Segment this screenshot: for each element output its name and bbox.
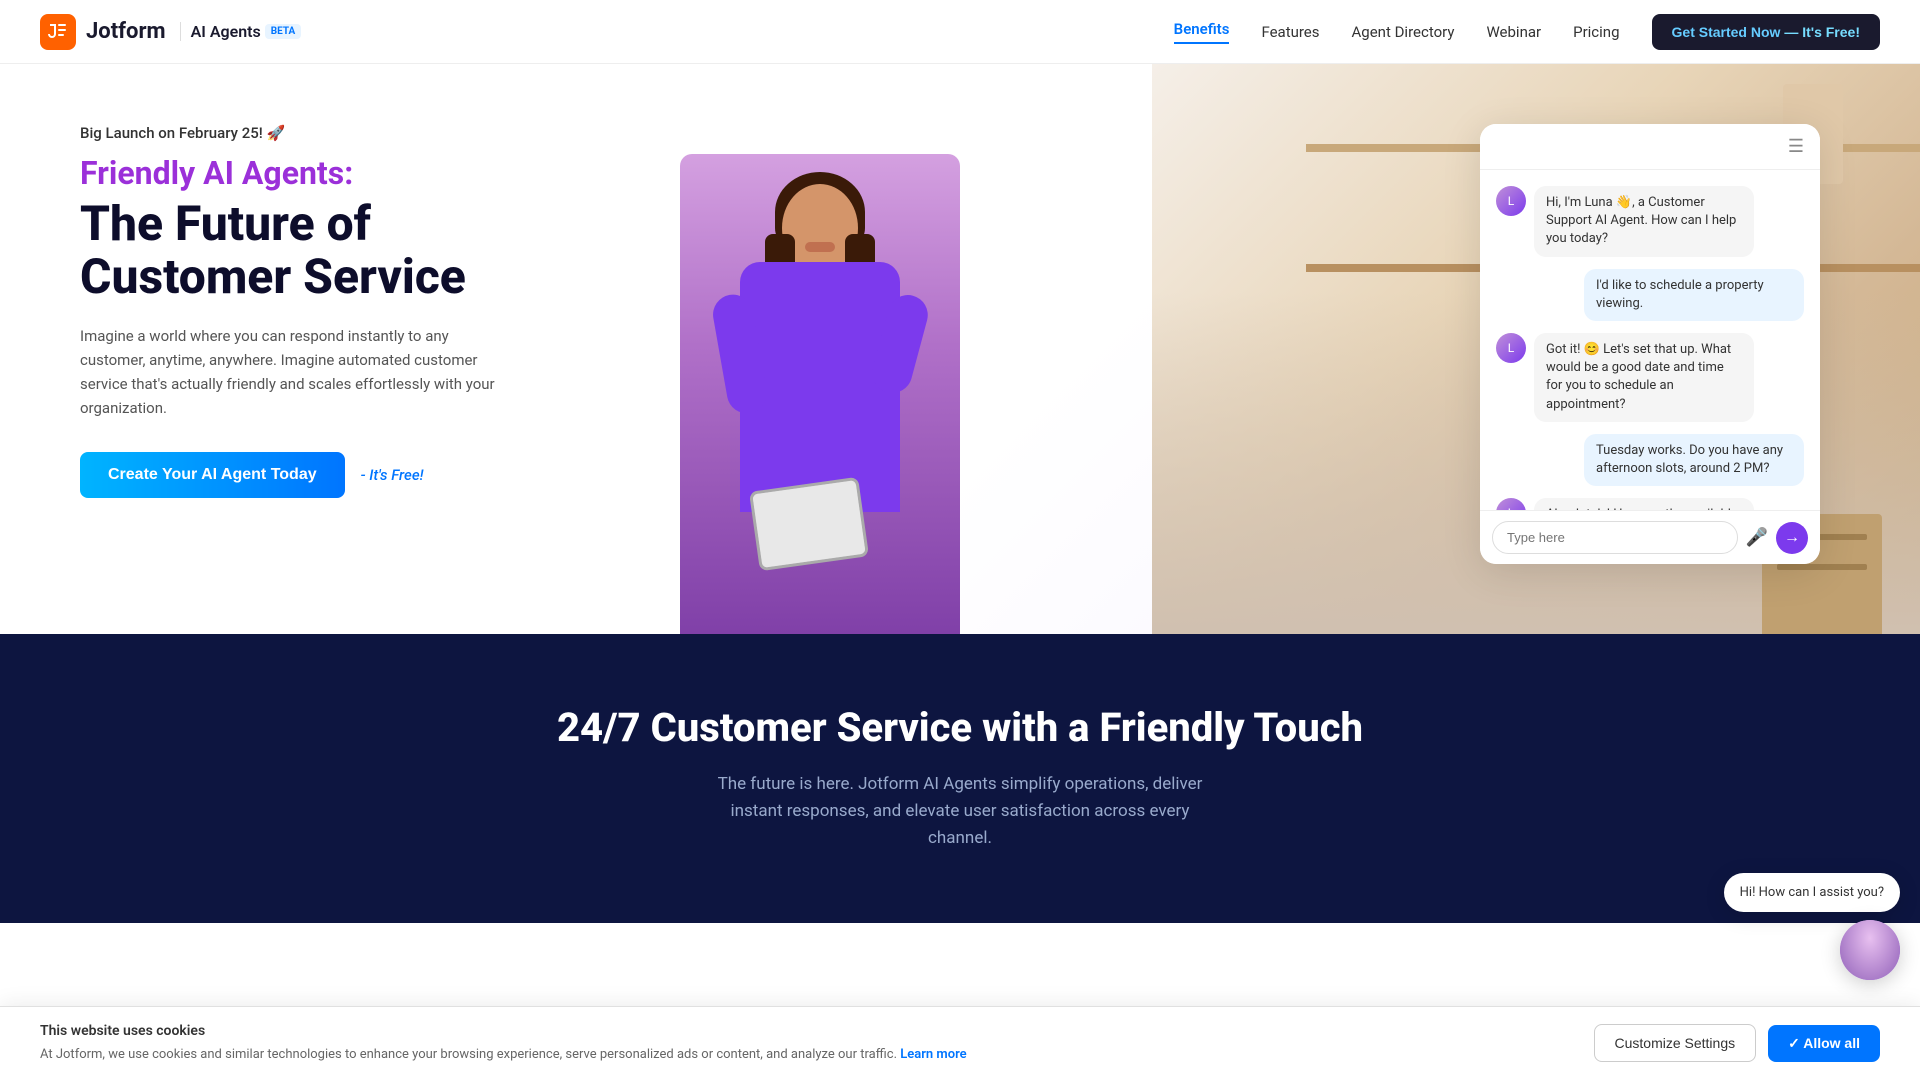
floating-avatar-image bbox=[1840, 920, 1900, 980]
navbar: Jotform AI Agents BETA Benefits Features… bbox=[0, 0, 1920, 64]
nav-pricing[interactable]: Pricing bbox=[1573, 23, 1619, 41]
hero-title-line1: The Future of bbox=[80, 195, 371, 252]
chat-header: ☰ bbox=[1480, 124, 1820, 170]
customize-settings-button[interactable]: Customize Settings bbox=[1594, 1024, 1757, 1062]
chat-bubble-2: I'd like to schedule a property viewing. bbox=[1584, 269, 1804, 321]
chat-message-5: L Absolutely! Here are the available tim… bbox=[1496, 498, 1804, 510]
chat-message-1: L Hi, I'm Luna 👋, a Customer Support AI … bbox=[1496, 186, 1804, 257]
nav-links: Benefits Features Agent Directory Webina… bbox=[1174, 14, 1880, 50]
hero-title-line2: Customer Service bbox=[80, 248, 466, 305]
ai-agents-label: AI Agents bbox=[191, 22, 261, 41]
floating-chat-widget: Hi! How can I assist you? bbox=[1724, 873, 1900, 980]
nav-cta-main: Get Started Now bbox=[1672, 24, 1781, 40]
floating-avatar[interactable] bbox=[1840, 920, 1900, 980]
hero-right: ☰ L Hi, I'm Luna 👋, a Customer Support A… bbox=[600, 104, 1840, 634]
launch-badge: Big Launch on February 25! 🚀 bbox=[80, 124, 600, 142]
chat-input[interactable] bbox=[1492, 521, 1738, 554]
hero-title: The Future of Customer Service bbox=[80, 198, 600, 304]
create-agent-button[interactable]: Create Your AI Agent Today bbox=[80, 452, 345, 498]
cookie-description: At Jotform, we use cookies and similar t… bbox=[40, 1045, 1574, 1065]
get-started-button[interactable]: Get Started Now — It's Free! bbox=[1652, 14, 1880, 50]
chat-window: ☰ L Hi, I'm Luna 👋, a Customer Support A… bbox=[1480, 124, 1820, 564]
ai-badge: AI Agents BETA bbox=[180, 22, 302, 41]
cookie-desc-text: At Jotform, we use cookies and similar t… bbox=[40, 1047, 897, 1062]
chat-bubble-1: Hi, I'm Luna 👋, a Customer Support AI Ag… bbox=[1534, 186, 1754, 257]
dark-section-title: 24/7 Customer Service with a Friendly To… bbox=[40, 704, 1880, 751]
hero-section: Big Launch on February 25! 🚀 Friendly AI… bbox=[0, 64, 1920, 634]
nav-cta-suffix: — It's Free! bbox=[1784, 24, 1860, 40]
beta-badge: BETA bbox=[265, 24, 302, 39]
logo-text: Jotform bbox=[86, 19, 166, 44]
agent-avatar-1: L bbox=[1496, 186, 1526, 216]
jotform-logo-icon bbox=[40, 14, 76, 50]
hero-person bbox=[680, 154, 960, 634]
chat-body: L Hi, I'm Luna 👋, a Customer Support AI … bbox=[1480, 170, 1820, 510]
nav-features[interactable]: Features bbox=[1261, 23, 1319, 41]
chat-message-2: I'd like to schedule a property viewing. bbox=[1496, 269, 1804, 321]
cookie-title: This website uses cookies bbox=[40, 1023, 1574, 1039]
logo[interactable]: Jotform AI Agents BETA bbox=[40, 14, 301, 50]
microphone-icon[interactable]: 🎤 bbox=[1746, 527, 1768, 548]
send-button[interactable]: → bbox=[1776, 522, 1808, 554]
hero-cta-row: Create Your AI Agent Today - It's Free! bbox=[80, 452, 600, 498]
chat-bubble-5: Absolutely! Here are the available times… bbox=[1534, 498, 1754, 510]
learn-more-link[interactable]: Learn more bbox=[900, 1047, 966, 1062]
chat-input-row: 🎤 → bbox=[1480, 510, 1820, 564]
hero-description: Imagine a world where you can respond in… bbox=[80, 324, 500, 420]
nav-webinar[interactable]: Webinar bbox=[1486, 23, 1541, 41]
hero-subtitle: Friendly AI Agents: bbox=[80, 154, 600, 192]
floating-avatar-wrapper bbox=[1724, 920, 1900, 980]
cookie-text-block: This website uses cookies At Jotform, we… bbox=[40, 1023, 1574, 1065]
agent-avatar-2: L bbox=[1496, 333, 1526, 363]
hero-left: Big Launch on February 25! 🚀 Friendly AI… bbox=[80, 104, 600, 498]
chat-message-3: L Got it! 😊 Let's set that up. What woul… bbox=[1496, 333, 1804, 422]
chat-menu-icon[interactable]: ☰ bbox=[1788, 136, 1804, 157]
cta-free-label: - It's Free! bbox=[361, 466, 424, 484]
chat-bubble-5-container: Absolutely! Here are the available times… bbox=[1534, 498, 1754, 510]
nav-agent-directory[interactable]: Agent Directory bbox=[1352, 23, 1455, 41]
cookie-banner: This website uses cookies At Jotform, we… bbox=[0, 1006, 1920, 1080]
chat-message-4: Tuesday works. Do you have any afternoon… bbox=[1496, 434, 1804, 486]
allow-all-button[interactable]: ✓ Allow all bbox=[1768, 1025, 1880, 1062]
cookie-actions: Customize Settings ✓ Allow all bbox=[1594, 1024, 1881, 1062]
nav-benefits[interactable]: Benefits bbox=[1174, 20, 1230, 44]
chat-bubble-4: Tuesday works. Do you have any afternoon… bbox=[1584, 434, 1804, 486]
agent-avatar-3: L bbox=[1496, 498, 1526, 510]
floating-chat-bubble: Hi! How can I assist you? bbox=[1724, 873, 1900, 912]
dark-section: 24/7 Customer Service with a Friendly To… bbox=[0, 634, 1920, 923]
chat-bubble-3: Got it! 😊 Let's set that up. What would … bbox=[1534, 333, 1754, 422]
person-tablet bbox=[749, 477, 869, 572]
dark-section-subtitle: The future is here. Jotform AI Agents si… bbox=[710, 771, 1210, 853]
